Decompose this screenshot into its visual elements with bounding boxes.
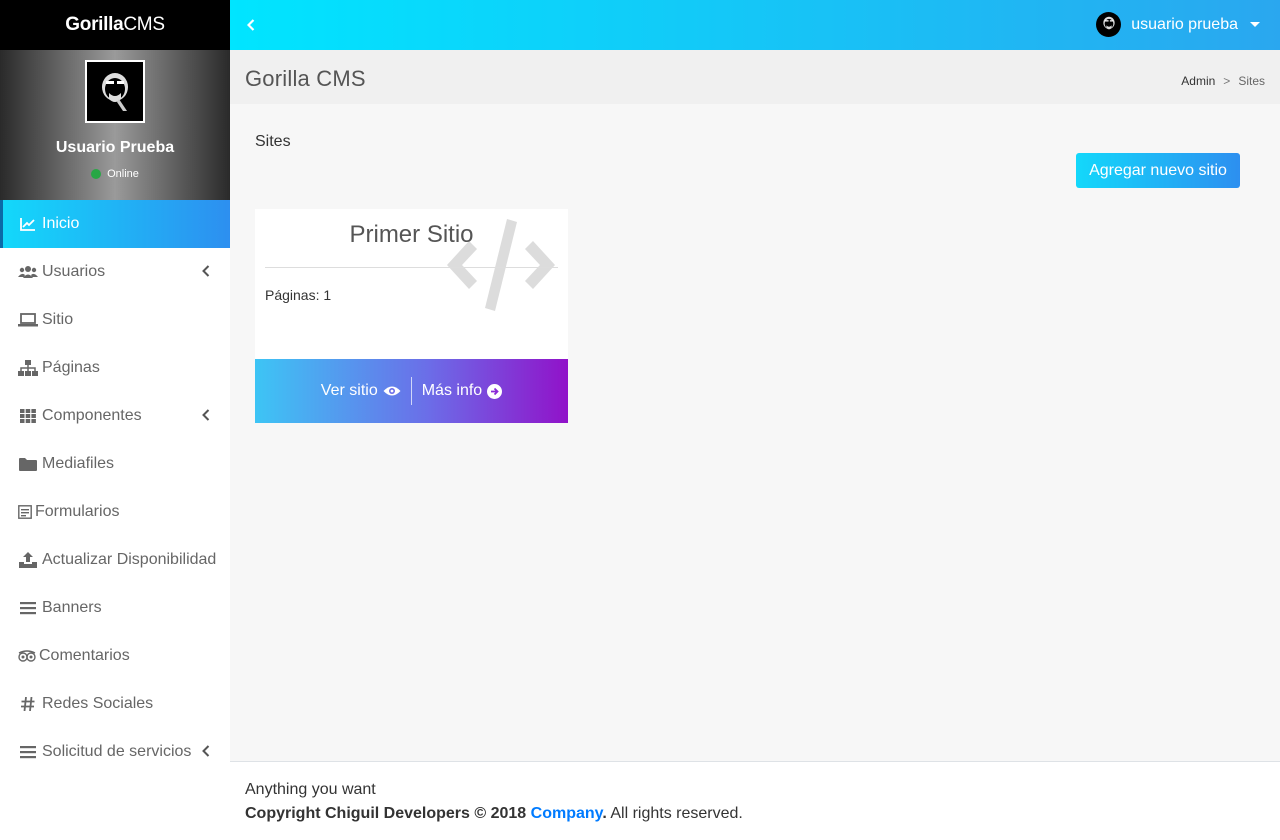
site-card-pages: Páginas: 1 (265, 287, 332, 303)
sidebar-item-label: Mediafiles (42, 455, 115, 472)
breadcrumb: Admin > Sites (1181, 74, 1265, 88)
sidebar-item-label: Banners (42, 599, 102, 616)
user-status-label: Online (107, 168, 139, 180)
more-info-label: Más info (421, 382, 483, 399)
view-site-button[interactable]: Ver sitio (311, 382, 411, 400)
sidebar-item-label: Comentarios (39, 647, 130, 664)
section-title: Sites (255, 133, 291, 150)
sidebar-item-label: Actualizar Disponibilidad (42, 551, 217, 568)
site-card-actions: Ver sitio Más info (255, 359, 568, 423)
view-site-label: Ver sitio (320, 382, 378, 399)
chevron-left-icon (247, 19, 255, 31)
arrow-circle-right-icon (487, 383, 503, 399)
upload-icon (18, 551, 38, 569)
chevron-left-icon (202, 744, 210, 762)
gorilla-avatar-icon (102, 72, 128, 111)
users-icon (18, 263, 38, 281)
folder-icon (18, 455, 38, 473)
gorilla-avatar-icon (1103, 16, 1115, 29)
sidebar-item-actualizar-disponibilidad[interactable]: Actualizar Disponibilidad (0, 536, 230, 584)
site-card-title: Primer Sitio (349, 221, 474, 248)
rights-text: All rights reserved. (610, 805, 743, 822)
company-link[interactable]: Company (531, 805, 603, 822)
sidebar-item-label: Páginas (42, 359, 100, 376)
page-title: Gorilla CMS (245, 66, 366, 91)
chevron-left-icon (202, 264, 210, 282)
footer-text: Anything you want (245, 781, 376, 798)
sidebar: GorillaCMS Usuario Prueba Online Inicio (0, 0, 230, 840)
top-navbar: usuario prueba (230, 0, 1280, 50)
sidebar-item-inicio[interactable]: Inicio (0, 200, 230, 248)
copyright-period: . (602, 805, 607, 822)
add-site-button[interactable]: Agregar nuevo sitio (1076, 153, 1240, 188)
sidebar-item-label: Usuarios (42, 263, 106, 280)
avatar (85, 60, 145, 123)
content-header: Gorilla CMS Admin > Sites (230, 50, 1280, 104)
eye-icon (383, 386, 401, 396)
sidebar-item-label: Formularios (35, 503, 120, 520)
sidebar-item-label: Redes Sociales (42, 695, 154, 712)
sidebar-item-paginas[interactable]: Páginas (0, 344, 230, 392)
caret-down-icon (1250, 22, 1260, 27)
online-dot-icon (91, 169, 102, 179)
sidebar-item-redes-sociales[interactable]: Redes Sociales (0, 680, 230, 728)
more-info-button[interactable]: Más info (412, 382, 512, 400)
user-dropdown[interactable]: usuario prueba (1096, 12, 1260, 37)
hashtag-icon (18, 695, 38, 713)
sidebar-item-usuarios[interactable]: Usuarios (0, 248, 230, 296)
avatar (1096, 12, 1122, 37)
divider (265, 267, 558, 268)
bars-icon (18, 599, 38, 617)
sidebar-item-label: Solicitud de servicios (42, 743, 192, 760)
sitemap-icon (18, 359, 38, 377)
user-name: Usuario Prueba (55, 139, 175, 156)
sidebar-item-formularios[interactable]: Formularios (0, 488, 230, 536)
grid-icon (18, 407, 38, 425)
sidebar-item-comentarios[interactable]: Comentarios (0, 632, 230, 680)
bars-icon (18, 743, 38, 761)
breadcrumb-current: Sites (1238, 74, 1265, 88)
form-icon (18, 503, 32, 521)
sidebar-item-label: Componentes (42, 407, 142, 424)
sidebar-item-mediafiles[interactable]: Mediafiles (0, 440, 230, 488)
breadcrumb-separator: > (1223, 74, 1231, 88)
copyright-text: Copyright Chiguil Developers © 2018 (245, 805, 527, 822)
sidebar-menu: Inicio Usuarios Sitio Páginas Componente… (0, 200, 230, 776)
sidebar-toggle-button[interactable] (242, 16, 260, 34)
sidebar-item-label: Sitio (42, 311, 74, 328)
user-menu-name: usuario prueba (1131, 15, 1238, 33)
footer: Anything you want Copyright Chiguil Deve… (230, 761, 1280, 840)
chevron-left-icon (202, 408, 210, 426)
laptop-icon (18, 311, 38, 329)
user-status: Online (0, 168, 230, 180)
brand-logo[interactable]: Gorilla CMS (0, 0, 230, 50)
user-panel: Usuario Prueba Online (0, 50, 230, 200)
sidebar-item-banners[interactable]: Banners (0, 584, 230, 632)
breadcrumb-admin-link[interactable]: Admin (1181, 74, 1215, 88)
sidebar-item-solicitud-de-servicios[interactable]: Solicitud de servicios (0, 728, 230, 776)
site-card: Primer Sitio Páginas: 1 Ver sitio Más in… (255, 209, 568, 423)
brand-light: CMS (123, 14, 165, 35)
brand-bold: Gorilla (65, 14, 124, 35)
sidebar-item-sitio[interactable]: Sitio (0, 296, 230, 344)
chart-line-icon (18, 215, 38, 233)
main-content: Sites Agregar nuevo sitio Primer Sitio P… (230, 104, 1280, 761)
tripadvisor-icon (18, 647, 36, 665)
sidebar-item-componentes[interactable]: Componentes (0, 392, 230, 440)
footer-copyright: Copyright Chiguil Developers © 2018 Comp… (245, 805, 743, 823)
sidebar-item-label: Inicio (42, 215, 80, 232)
